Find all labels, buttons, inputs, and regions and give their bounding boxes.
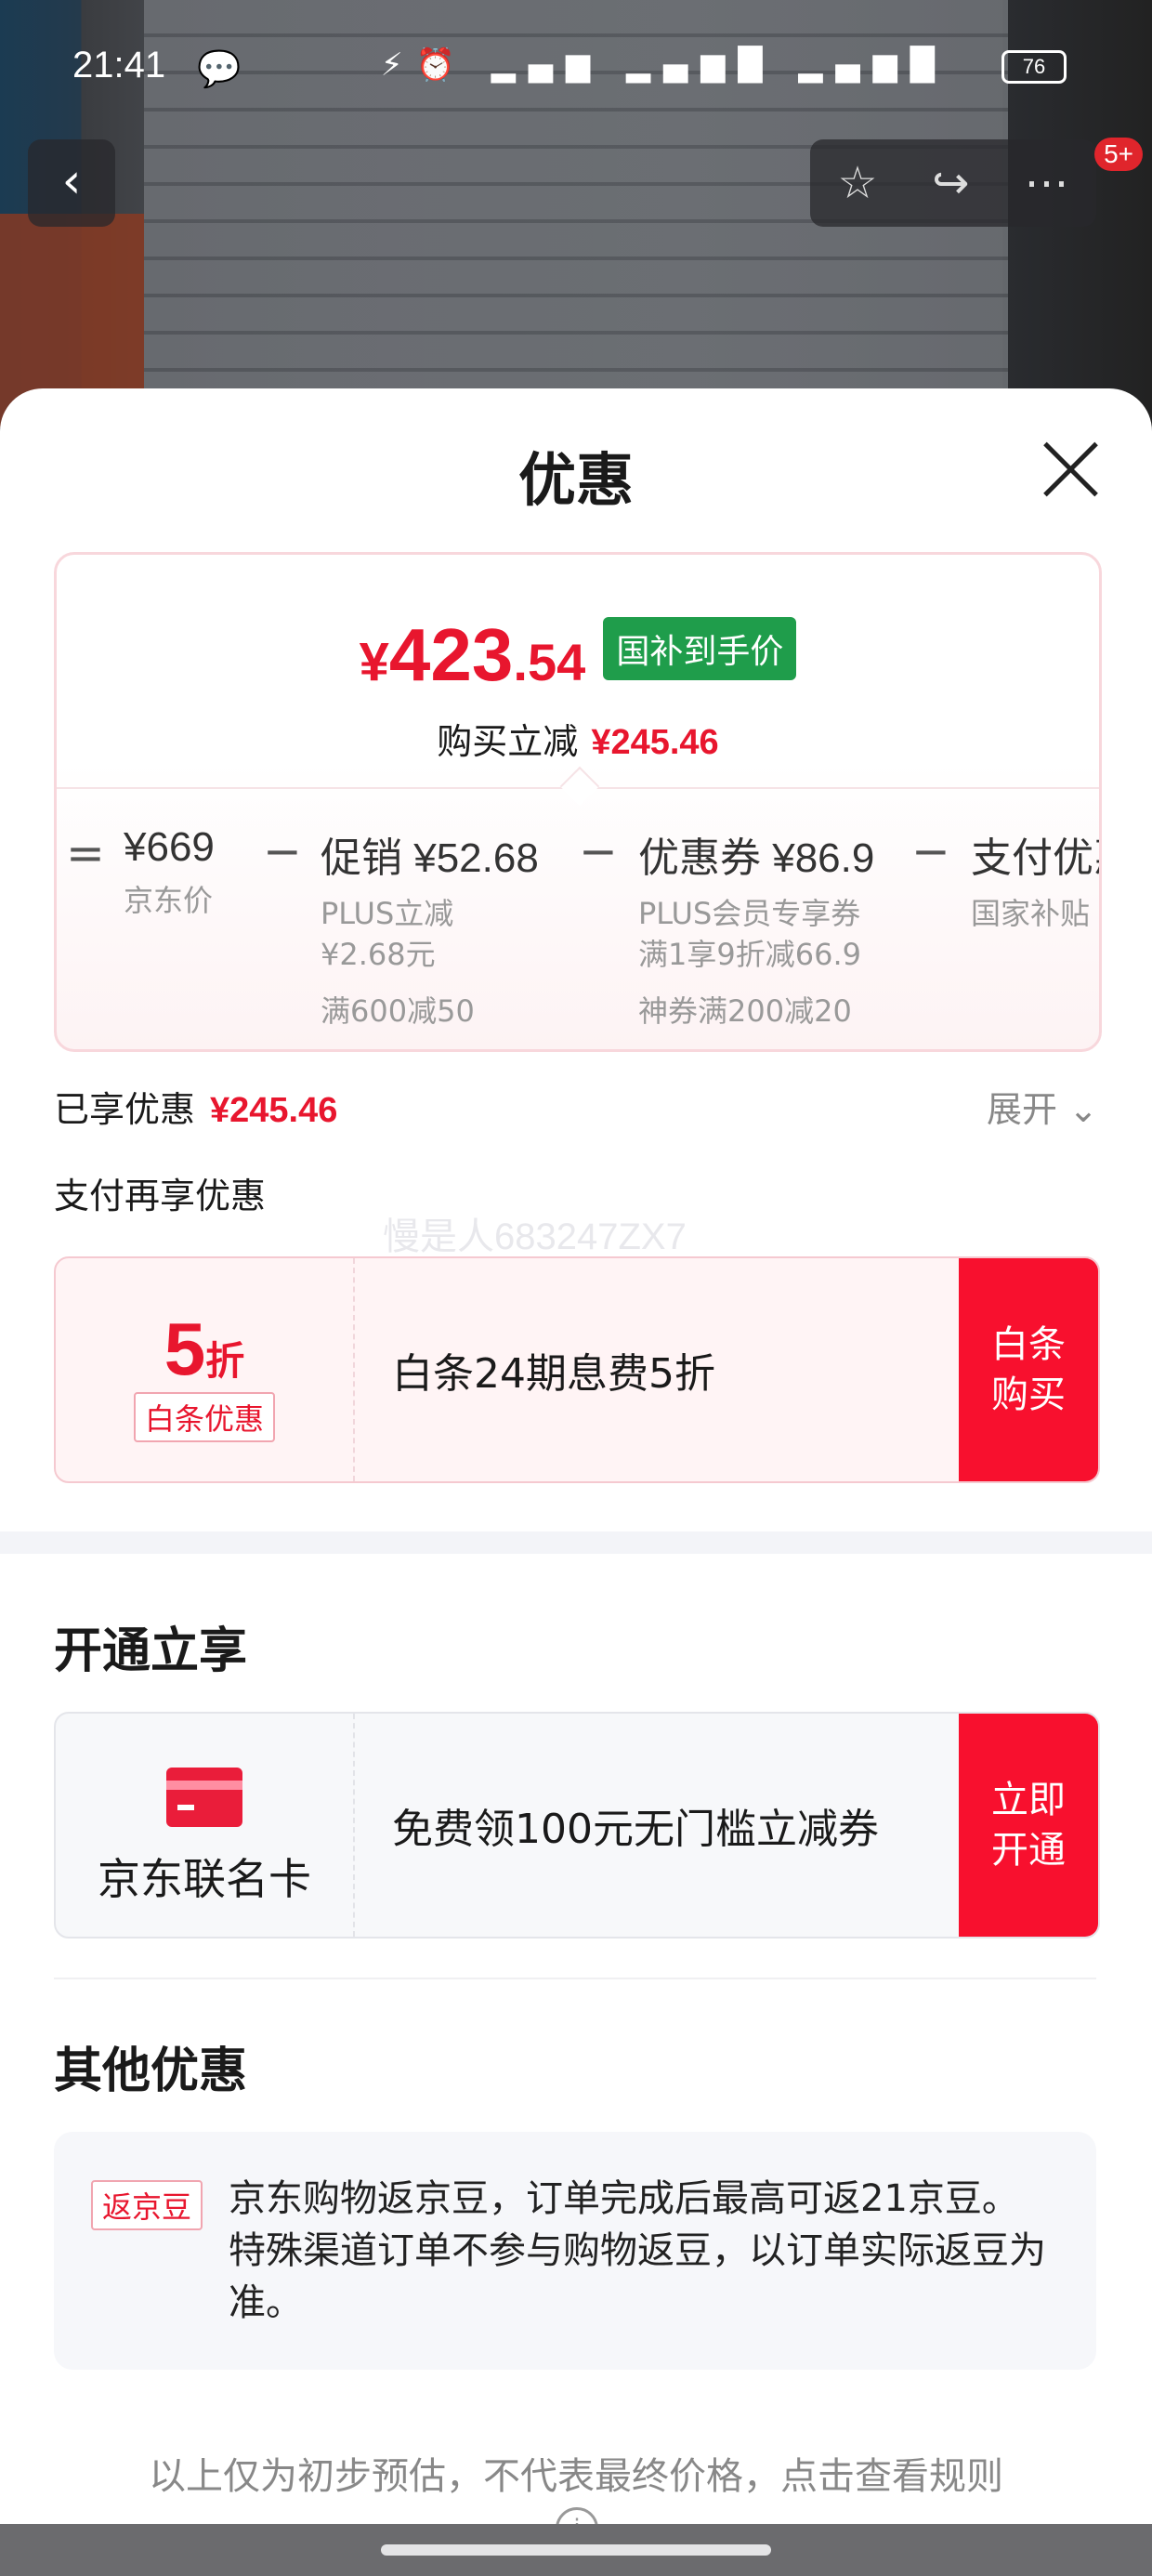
share-icon[interactable]: ↪	[932, 157, 969, 209]
cobrand-card: 京东联名卡	[56, 1714, 355, 1937]
open-now-button[interactable]: 立即 开通	[959, 1714, 1098, 1937]
formula-extra: 满600减50	[321, 993, 475, 1029]
enjoyed-amount: ¥245.46	[210, 1091, 338, 1130]
chevron-left-icon: ‹	[61, 153, 82, 209]
card-name: 京东联名卡	[98, 1854, 311, 1904]
battery-indicator: 76	[1001, 50, 1067, 84]
price-summary-card: ¥423.54 国补到手价 购买立减 ¥245.46 = ¥669 京东价 − 促…	[54, 552, 1102, 1052]
credit-card-icon	[166, 1768, 242, 1827]
reduce-line: 购买立减 ¥245.46	[57, 713, 1099, 764]
jingdou-card: 返京豆 京东购物返京豆，订单完成后最高可返21京豆。特殊渠道订单不参与购物返豆，…	[54, 2132, 1096, 2370]
sheet-title: 优惠	[517, 446, 634, 514]
status-icons: ⚡⏰ ▂▄▆ ▂▄▆█ ▂▄▆█	[380, 46, 1063, 84]
divider	[54, 1978, 1096, 1979]
subsidy-price-tag: 国补到手价	[603, 617, 797, 680]
formula-item-jd-price: ¥669 京东价	[124, 824, 215, 921]
status-bar: 21:41 💬 ⚡⏰ ▂▄▆ ▂▄▆█ ▂▄▆█ 76	[0, 0, 1152, 139]
formula-head: 支付优惠	[971, 835, 1099, 881]
baitiao-buy-button[interactable]: 白条 购买	[959, 1258, 1098, 1481]
price-formula: = ¥669 京东价 − 促销 ¥52.68 PLUS立减 ¥2.68元 满600…	[57, 824, 1099, 1031]
formula-head: 优惠券 ¥86.9	[638, 835, 875, 881]
wechat-icon: 💬	[197, 48, 242, 89]
more-icon[interactable]: ⋯	[1025, 157, 1069, 209]
pay-more-label: 支付再享优惠	[54, 1176, 267, 1216]
formula-sub: 京东价	[124, 883, 214, 918]
chevron-down-icon: ⌄	[1068, 1089, 1098, 1130]
formula-item-coupon: 优惠券 ¥86.9 PLUS会员专享券 满1享9折减66.9 神券满200减20	[638, 824, 874, 1031]
baitiao-tag: 白条优惠	[133, 1392, 275, 1442]
formula-head: ¥669	[124, 824, 215, 870]
message-badge: 5+	[1094, 138, 1143, 171]
open-section-title: 开通立享	[54, 1623, 248, 1679]
jingdou-tag: 返京豆	[91, 2180, 203, 2230]
formula-item-promotion: 促销 ¥52.68 PLUS立减 ¥2.68元 满600减50	[321, 824, 539, 1031]
cobrand-card-offer: 京东联名卡 免费领100元无门槛立减券 立即 开通	[54, 1712, 1100, 1939]
final-price-row: ¥423.54 国补到手价	[57, 612, 1099, 698]
home-indicator[interactable]	[381, 2544, 771, 2556]
other-section-title: 其他优惠	[54, 2044, 248, 2099]
final-price: ¥423.54	[359, 613, 586, 696]
baitiao-text: 白条24期息费5折	[392, 1350, 715, 1398]
reduce-amount: ¥245.46	[591, 723, 719, 762]
minus-sign: −	[579, 824, 618, 878]
enjoyed-discount: 已享优惠 ¥245.46	[54, 1081, 337, 1132]
back-button[interactable]: ‹	[28, 139, 115, 227]
minus-sign: −	[911, 824, 950, 878]
info-icon[interactable]: i	[556, 2507, 598, 2526]
discount-value: 5折	[164, 1308, 245, 1390]
star-icon[interactable]: ☆	[837, 157, 877, 209]
top-actions: ☆ ↪ ⋯	[810, 139, 1096, 227]
formula-head: 促销 ¥52.68	[321, 835, 539, 881]
baitiao-discount: 5折 白条优惠	[56, 1258, 355, 1481]
jingdou-text: 京东购物返京豆，订单完成后最高可返21京豆。特殊渠道订单不参与购物返豆，以订单实…	[229, 2177, 1046, 2324]
divider	[57, 787, 1099, 789]
formula-item-payment: 支付优惠 国家补贴	[971, 824, 1099, 934]
cobrand-text: 免费领100元无门槛立减券	[392, 1806, 879, 1853]
status-time: 21:41	[72, 45, 166, 85]
expand-button[interactable]: 展开 ⌄	[987, 1081, 1098, 1132]
minus-sign: −	[263, 824, 302, 878]
section-gap	[0, 1531, 1152, 1554]
watermark: 慢是人683247ZX7	[383, 1216, 687, 1257]
formula-sub: PLUS立减 ¥2.68元	[321, 896, 454, 972]
formula-sub: 国家补贴	[971, 896, 1091, 931]
enjoyed-label: 已享优惠	[54, 1089, 196, 1130]
rules-note[interactable]: 以上仅为初步预估，不代表最终价格，点击查看规则	[0, 2446, 1152, 2500]
reduce-label: 购买立减	[437, 721, 579, 762]
formula-extra: 神券满200减20	[638, 993, 852, 1029]
discount-sheet: 优惠 ¥423.54 国补到手价 购买立减 ¥245.46 = ¥669 京东价 …	[0, 388, 1152, 2526]
equals-sign: =	[66, 826, 105, 880]
formula-sub: PLUS会员专享券 满1享9折减66.9	[638, 896, 861, 972]
close-icon[interactable]	[1039, 437, 1104, 502]
baitiao-offer-card: 5折 白条优惠 白条24期息费5折 白条 购买	[54, 1256, 1100, 1483]
